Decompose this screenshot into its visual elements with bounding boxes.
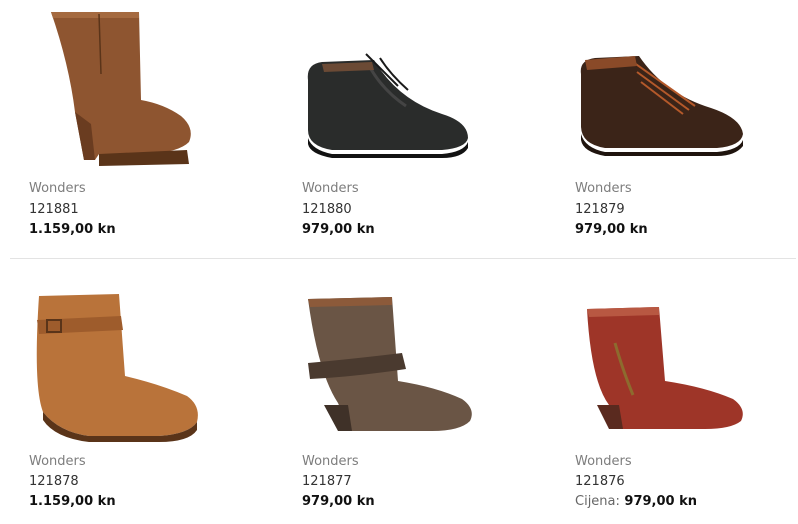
product-price: 1.159,00 kn — [29, 222, 116, 237]
price-value: 1.159,00 kn — [29, 494, 116, 509]
product-brand: Wonders — [302, 181, 359, 196]
price-value: 1.159,00 kn — [29, 222, 116, 237]
price-label: Cijena: — [575, 494, 620, 509]
product-price: 1.159,00 kn — [29, 494, 116, 509]
product-brand: Wonders — [29, 454, 86, 469]
product-code: 121878 — [29, 474, 79, 489]
price-value: 979,00 kn — [575, 222, 648, 237]
product-image-lace-up-ankle-boot[interactable] — [302, 50, 552, 165]
product-brand: Wonders — [302, 454, 359, 469]
product-grid: Wonders 121881 1.159,00 kn Wonders 12188… — [0, 0, 798, 524]
product-code: 121877 — [302, 474, 352, 489]
price-value: 979,00 kn — [624, 494, 698, 509]
product-brand: Wonders — [575, 181, 632, 196]
row-divider — [10, 258, 796, 259]
product-price: Cijena: 979,00 kn — [575, 494, 697, 509]
product-image-strap-heel-boot[interactable] — [302, 293, 552, 433]
product-brand: Wonders — [29, 181, 86, 196]
product-image-zip-heel-boot[interactable] — [575, 301, 798, 431]
product-code: 121880 — [302, 202, 352, 217]
price-value: 979,00 kn — [302, 222, 375, 237]
product-price: 979,00 kn — [575, 222, 648, 237]
product-price: 979,00 kn — [302, 222, 375, 237]
product-code: 121879 — [575, 202, 625, 217]
product-brand: Wonders — [575, 454, 632, 469]
product-code: 121876 — [575, 474, 625, 489]
product-price: 979,00 kn — [302, 494, 375, 509]
product-code: 121881 — [29, 202, 79, 217]
product-image-wedge-strap-boot[interactable] — [29, 290, 279, 445]
product-image-lace-up-ankle-boot[interactable] — [575, 48, 798, 163]
price-value: 979,00 kn — [302, 494, 375, 509]
product-image-tall-heel-boot[interactable] — [29, 4, 279, 176]
